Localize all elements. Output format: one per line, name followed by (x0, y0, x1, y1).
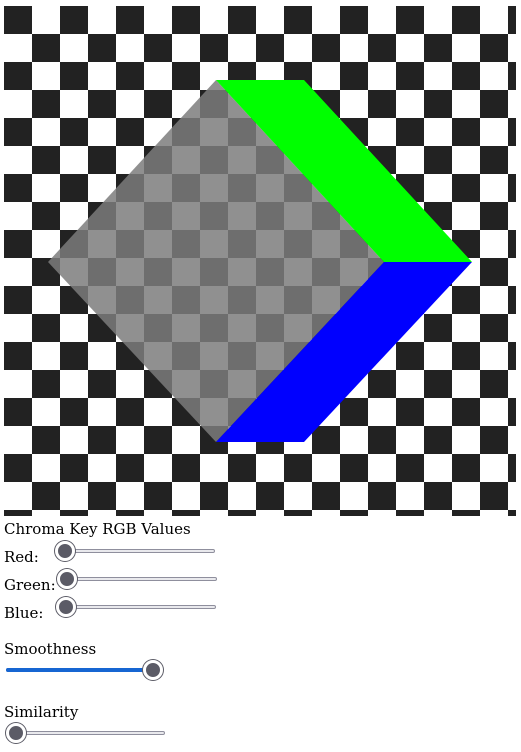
chroma-key-canvas (4, 6, 516, 516)
green-label: Green: (4, 576, 56, 594)
green-slider[interactable] (57, 569, 217, 589)
slider-thumb[interactable] (143, 660, 163, 680)
smoothness-label: Smoothness (4, 640, 97, 658)
slider-fill (6, 668, 153, 672)
slider-track (12, 731, 165, 735)
slider-track (63, 577, 217, 581)
red-label: Red: (4, 548, 39, 566)
slider-track (62, 605, 216, 609)
similarity-label: Similarity (4, 703, 79, 721)
chroma-key-heading: Chroma Key RGB Values (4, 520, 191, 538)
smoothness-slider[interactable] (6, 660, 163, 680)
cube-over-checkerboard (4, 6, 516, 516)
similarity-slider[interactable] (6, 723, 165, 743)
blue-label: Blue: (4, 604, 44, 622)
red-slider[interactable] (55, 541, 215, 561)
slider-thumb[interactable] (6, 723, 26, 743)
blue-slider[interactable] (56, 597, 216, 617)
slider-thumb[interactable] (55, 541, 75, 561)
slider-track (61, 549, 215, 553)
slider-thumb[interactable] (56, 597, 76, 617)
slider-thumb[interactable] (57, 569, 77, 589)
